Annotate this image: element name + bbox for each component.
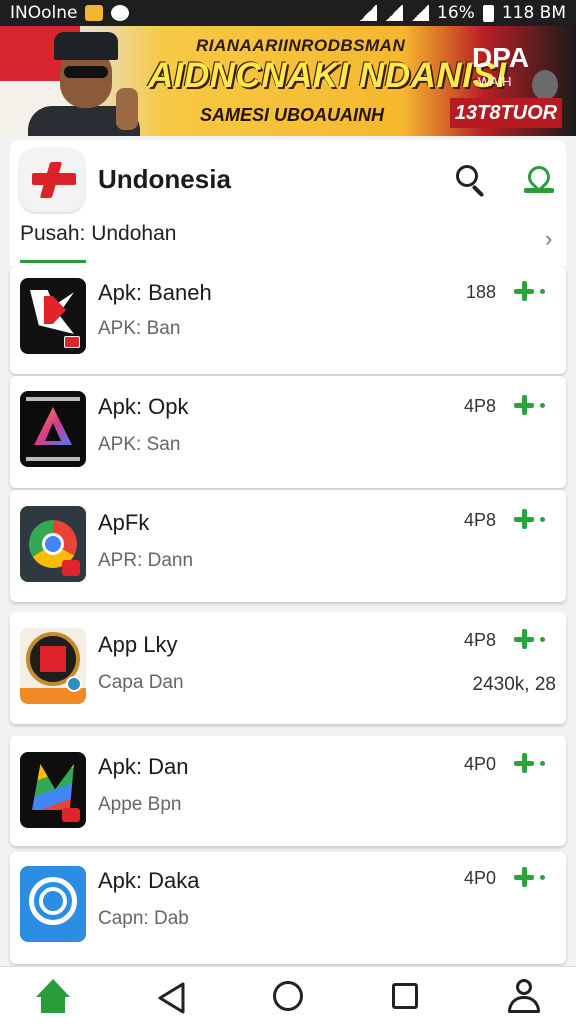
nav-back-button[interactable] xyxy=(150,979,190,1015)
microphone-icon xyxy=(532,70,558,100)
nav-recents-button[interactable] xyxy=(385,979,425,1015)
add-button[interactable] xyxy=(512,508,550,530)
list-item[interactable]: Apk: Dan Appe Bpn 4P0 xyxy=(10,736,566,846)
app-subtitle: APR: Dann xyxy=(98,550,194,571)
app-subtitle: Capn: Dab xyxy=(98,908,189,929)
add-icon xyxy=(514,867,534,887)
add-button[interactable] xyxy=(512,280,550,302)
app-downloads: 2430k, 28 xyxy=(472,674,556,695)
carrier-label: INOolne xyxy=(10,3,78,23)
signal-icon-2 xyxy=(411,5,430,21)
clock-label: 118 BM xyxy=(501,3,566,23)
officer-portrait xyxy=(18,30,140,136)
recents-icon xyxy=(392,983,418,1009)
home-circle-icon xyxy=(273,981,303,1011)
add-button[interactable] xyxy=(512,866,550,888)
app-size: 4P8 xyxy=(463,630,496,650)
add-icon xyxy=(514,509,534,529)
app-name: Apk: Daka xyxy=(98,868,200,893)
app-size: 188 xyxy=(465,282,496,302)
app-icon-k xyxy=(20,278,86,354)
app-icon-rings xyxy=(20,866,86,942)
app-size: 4P0 xyxy=(463,868,496,888)
battery-label: 16% xyxy=(437,3,475,23)
list-item[interactable]: App Lky Capa Dan 4P8 2430k, 28 xyxy=(10,612,566,724)
app-icon-chrome xyxy=(20,506,86,582)
back-icon xyxy=(158,982,185,1014)
add-icon xyxy=(514,629,534,649)
active-tab-indicator xyxy=(20,260,86,263)
nav-home-button[interactable] xyxy=(34,979,74,1015)
app-name: Apk: Dan xyxy=(98,754,189,779)
battery-icon xyxy=(482,4,494,22)
profile-icon xyxy=(516,979,532,995)
breadcrumb[interactable]: Pusah: Undohan xyxy=(20,222,176,246)
app-icon-maps xyxy=(20,752,86,828)
bottom-navigation xyxy=(0,966,576,1024)
wifi-icon xyxy=(359,5,378,21)
list-item[interactable]: Apk: Daka Capn: Dab 4P0 xyxy=(10,852,566,964)
add-button[interactable] xyxy=(512,628,550,650)
app-name: Apk: Baneh xyxy=(98,280,212,305)
app-header: Undonesia Pusah: Undohan › xyxy=(10,140,566,266)
add-icon xyxy=(514,395,534,415)
app-name: App Lky xyxy=(98,632,178,657)
search-icon xyxy=(456,165,478,187)
signal-icon xyxy=(385,5,404,21)
search-button[interactable] xyxy=(450,160,490,200)
status-bar-left: INOolne xyxy=(10,3,130,23)
app-logo-icon xyxy=(20,148,84,212)
list-item[interactable]: ApFk APR: Dann 4P8 xyxy=(10,490,566,602)
notification-icon xyxy=(85,5,104,21)
chevron-right-icon[interactable]: › xyxy=(545,226,552,252)
app-icon-a xyxy=(20,391,86,467)
list-item[interactable]: Apk: Opk APK: San 4P8 xyxy=(10,376,566,488)
app-size: 4P8 xyxy=(463,510,496,530)
nav-profile-button[interactable] xyxy=(504,979,544,1015)
add-button[interactable] xyxy=(512,752,550,774)
app-name: Apk: Opk xyxy=(98,394,189,419)
app-name: ApFk xyxy=(98,510,150,535)
banner-brand: DPA xyxy=(472,42,530,73)
map-button[interactable] xyxy=(520,160,560,200)
banner-kicker: RIANAARIINRODBSMAN xyxy=(196,36,406,55)
banner-headline: AIDNCNAKI NDANISI xyxy=(148,56,507,95)
promo-banner[interactable]: RIANAARIINRODBSMAN AIDNCNAKI NDANISI SAM… xyxy=(0,26,576,136)
status-bar-right: 16% 118 BM xyxy=(359,3,566,23)
app-notification-icon xyxy=(111,5,130,21)
app-size: 4P8 xyxy=(463,396,496,416)
add-button[interactable] xyxy=(512,394,550,416)
banner-subline: SAMESI UBOAUAINH xyxy=(200,105,385,125)
list-item[interactable]: Apk: Baneh APK: Ban 188 xyxy=(10,266,566,374)
app-size: 4P0 xyxy=(463,754,496,774)
nav-home-circle-button[interactable] xyxy=(268,979,308,1015)
app-subtitle: Appe Bpn xyxy=(98,794,182,815)
add-icon xyxy=(514,753,534,773)
banner-date-badge: 13T8TUOR xyxy=(450,98,562,128)
app-icon-seal xyxy=(20,628,86,704)
app-title: Undonesia xyxy=(98,164,231,194)
app-subtitle: APK: San xyxy=(98,434,181,455)
status-bar: INOolne 16% 118 BM xyxy=(0,0,576,26)
add-icon xyxy=(514,281,534,301)
app-subtitle: APK: Ban xyxy=(98,318,181,339)
banner-brand-sub: WAIH xyxy=(478,74,512,89)
app-subtitle: Capa Dan xyxy=(98,672,184,693)
